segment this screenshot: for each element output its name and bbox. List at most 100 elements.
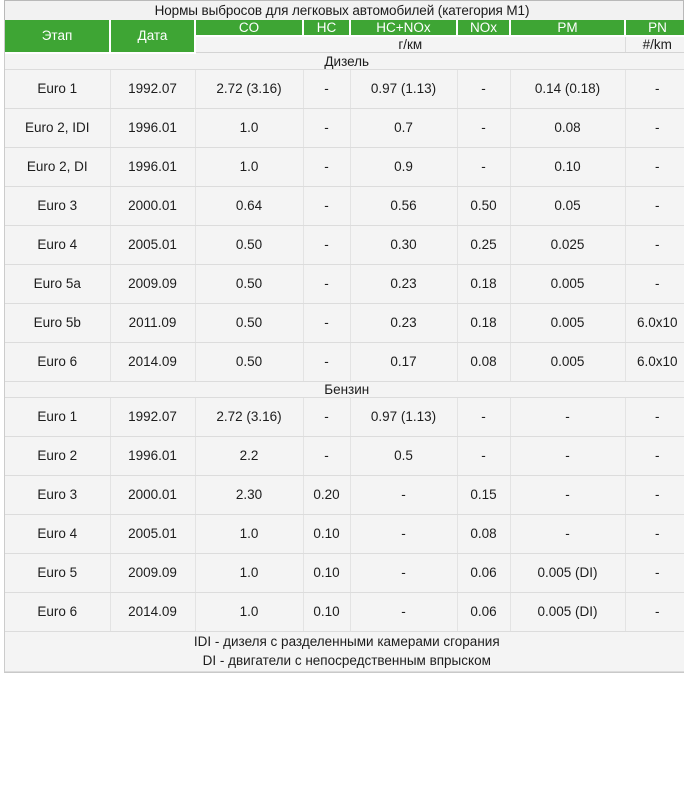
cell-stage: Euro 3 [5,475,110,514]
cell-pn: - [625,553,684,592]
cell-hcnox: 0.23 [350,264,457,303]
unit-mass-per-km: г/км [195,36,625,53]
cell-pm: - [510,475,625,514]
table-row: Euro 2, DI 1996.01 1.0 - 0.9 - 0.10 - [5,147,684,186]
cell-hc: 0.10 [303,514,350,553]
column-header-pn: PN [625,20,684,36]
cell-stage: Euro 1 [5,69,110,108]
cell-hcnox: 0.7 [350,108,457,147]
column-header-date: Дата [110,20,195,53]
cell-hcnox: 0.97 (1.13) [350,397,457,436]
cell-pn: - [625,397,684,436]
cell-hc: - [303,264,350,303]
column-header-hc: HC [303,20,350,36]
cell-hcnox: 0.97 (1.13) [350,69,457,108]
section-header-row: Бензин [5,381,684,397]
cell-hc: - [303,436,350,475]
cell-date: 2011.09 [110,303,195,342]
cell-co: 2.72 (3.16) [195,69,303,108]
cell-co: 1.0 [195,592,303,631]
cell-pn: - [625,592,684,631]
cell-pn: - [625,69,684,108]
cell-hc: 0.10 [303,592,350,631]
cell-nox: 0.15 [457,475,510,514]
cell-co: 1.0 [195,108,303,147]
cell-hcnox: - [350,553,457,592]
footnote-idi: IDI - дизеля с разделенными камерами сго… [5,632,684,652]
table-row: Euro 4 2005.01 1.0 0.10 - 0.08 - - [5,514,684,553]
cell-hcnox: 0.30 [350,225,457,264]
cell-date: 2005.01 [110,225,195,264]
cell-date: 2009.09 [110,264,195,303]
cell-stage: Euro 4 [5,514,110,553]
cell-pn: - [625,147,684,186]
column-header-co: CO [195,20,303,36]
cell-pm: 0.14 (0.18) [510,69,625,108]
section-header-row: Дизель [5,53,684,70]
cell-pm: 0.10 [510,147,625,186]
cell-date: 2014.09 [110,592,195,631]
cell-co: 1.0 [195,147,303,186]
cell-hcnox: 0.17 [350,342,457,381]
cell-hc: - [303,342,350,381]
table-head: Этап Дата CO HC HC+NOx NOx PM PN г/км #/… [5,20,684,53]
cell-hc: - [303,303,350,342]
cell-stage: Euro 2, IDI [5,108,110,147]
cell-hc: 0.20 [303,475,350,514]
table-row: Euro 3 2000.01 2.30 0.20 - 0.15 - - [5,475,684,514]
cell-stage: Euro 6 [5,592,110,631]
cell-pn: - [625,186,684,225]
cell-pm: 0.005 (DI) [510,553,625,592]
header-row-columns: Этап Дата CO HC HC+NOx NOx PM PN [5,20,684,36]
cell-co: 2.2 [195,436,303,475]
cell-hc: - [303,147,350,186]
cell-nox: 0.18 [457,303,510,342]
cell-hcnox: - [350,592,457,631]
emissions-standards-table: Этап Дата CO HC HC+NOx NOx PM PN г/км #/… [5,20,684,672]
cell-hc: - [303,397,350,436]
table-row: Euro 1 1992.07 2.72 (3.16) - 0.97 (1.13)… [5,397,684,436]
cell-pm: 0.025 [510,225,625,264]
table-footnotes-row: IDI - дизеля с разделенными камерами сго… [5,631,684,671]
cell-date: 1996.01 [110,147,195,186]
cell-pn: - [625,225,684,264]
cell-pn: 6.0x10 [625,342,684,381]
cell-hcnox: 0.5 [350,436,457,475]
table-row: Euro 2, IDI 1996.01 1.0 - 0.7 - 0.08 - [5,108,684,147]
cell-co: 0.64 [195,186,303,225]
table-title-bar: Нормы выбросов для легковых автомобилей … [4,0,684,20]
cell-hc: - [303,225,350,264]
cell-nox: 0.25 [457,225,510,264]
cell-date: 2009.09 [110,553,195,592]
cell-pn: - [625,475,684,514]
cell-pm: - [510,436,625,475]
cell-date: 2005.01 [110,514,195,553]
cell-co: 0.50 [195,225,303,264]
cell-pn: - [625,514,684,553]
cell-date: 1996.01 [110,436,195,475]
cell-stage: Euro 6 [5,342,110,381]
cell-co: 2.30 [195,475,303,514]
table-row: Euro 4 2005.01 0.50 - 0.30 0.25 0.025 - [5,225,684,264]
table-row: Euro 5 2009.09 1.0 0.10 - 0.06 0.005 (DI… [5,553,684,592]
emissions-standards-page: Нормы выбросов для легковых автомобилей … [0,0,684,793]
cell-pn: - [625,436,684,475]
cell-nox: - [457,108,510,147]
cell-pm: - [510,514,625,553]
cell-hc: - [303,108,350,147]
table-row: Euro 5b 2011.09 0.50 - 0.23 0.18 0.005 6… [5,303,684,342]
table-row: Euro 6 2014.09 0.50 - 0.17 0.08 0.005 6.… [5,342,684,381]
cell-co: 0.50 [195,303,303,342]
table-row: Euro 5a 2009.09 0.50 - 0.23 0.18 0.005 - [5,264,684,303]
cell-pm: 0.05 [510,186,625,225]
table-footnotes: IDI - дизеля с разделенными камерами сго… [5,631,684,671]
cell-nox: - [457,436,510,475]
cell-stage: Euro 2, DI [5,147,110,186]
cell-hcnox: - [350,475,457,514]
cell-co: 1.0 [195,514,303,553]
cell-nox: 0.18 [457,264,510,303]
cell-stage: Euro 4 [5,225,110,264]
column-header-pm: PM [510,20,625,36]
page-title: Нормы выбросов для легковых автомобилей … [155,3,530,18]
cell-hcnox: - [350,514,457,553]
